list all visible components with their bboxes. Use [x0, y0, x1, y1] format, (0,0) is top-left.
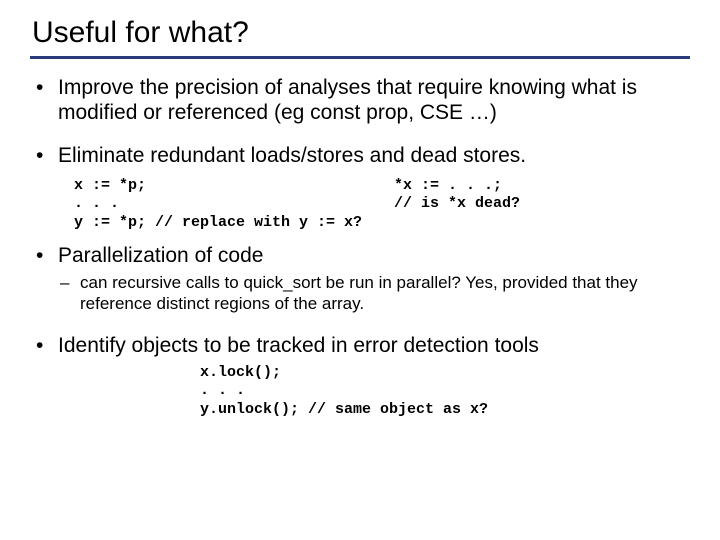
code-example-lock: x.lock(); . . . y.unlock(); // same obje…: [200, 364, 690, 420]
slide-title: Useful for what?: [32, 16, 690, 50]
sub-bullet-quicksort: can recursive calls to quick_sort be run…: [58, 272, 690, 315]
bullet-redundant-loads: Eliminate redundant loads/stores and dea…: [30, 143, 690, 168]
bullet-text: Eliminate redundant loads/stores and dea…: [58, 144, 526, 167]
bullet-text: Improve the precision of analyses that r…: [58, 76, 637, 124]
slide: Useful for what? Improve the precision o…: [0, 0, 720, 540]
code-left-column: x := *p; . . . y := *p; // replace with …: [74, 177, 394, 233]
code-right-column: *x := . . .; // is *x dead?: [394, 177, 520, 233]
bullet-text: Identify objects to be tracked in error …: [58, 334, 539, 357]
bullet-parallelization: Parallelization of code can recursive ca…: [30, 243, 690, 315]
sub-bullet-list: can recursive calls to quick_sort be run…: [58, 272, 690, 315]
bullet-text: Parallelization of code: [58, 244, 263, 267]
code-example-loads: x := *p; . . . y := *p; // replace with …: [74, 177, 690, 233]
bullet-precision: Improve the precision of analyses that r…: [30, 75, 690, 125]
bullet-list: Improve the precision of analyses that r…: [30, 75, 690, 169]
bullet-error-tools: Identify objects to be tracked in error …: [30, 333, 690, 358]
title-underline: [30, 56, 690, 59]
bullet-list-continued: Parallelization of code can recursive ca…: [30, 243, 690, 358]
sub-bullet-text: can recursive calls to quick_sort be run…: [80, 273, 638, 313]
